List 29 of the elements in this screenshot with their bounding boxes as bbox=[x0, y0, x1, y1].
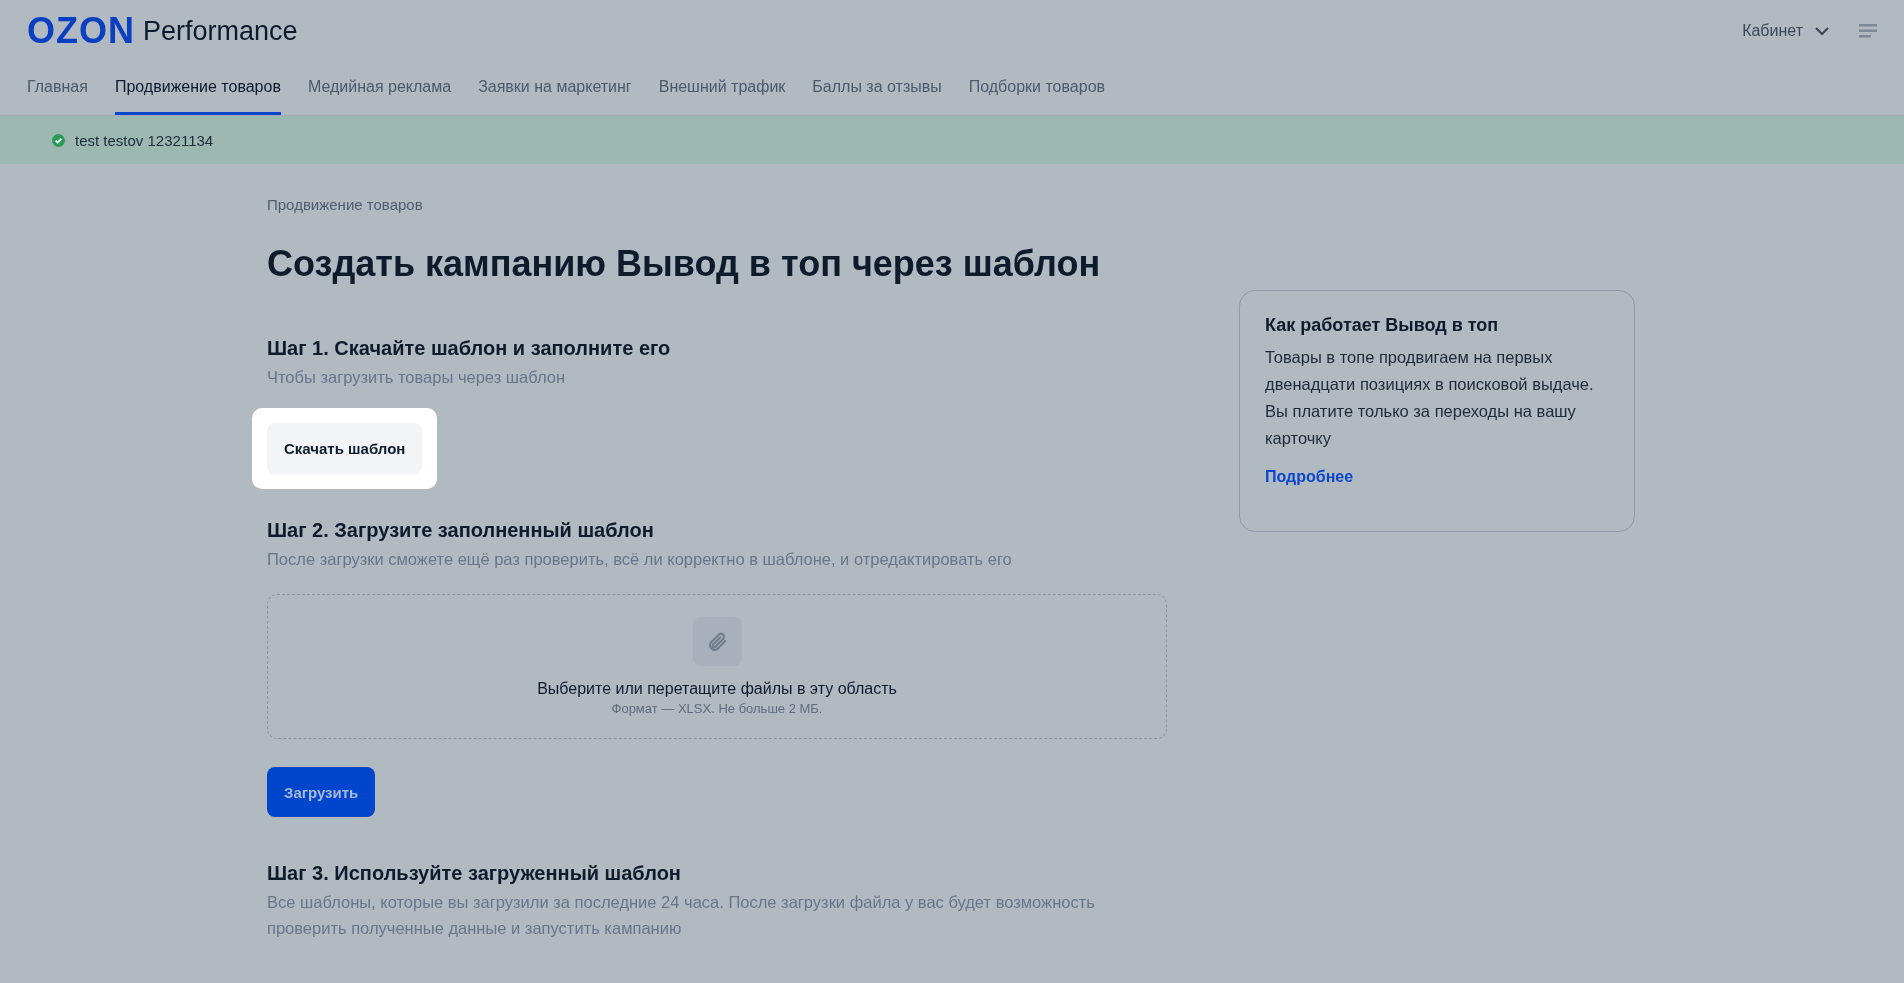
step-description: Чтобы загрузить товары через шаблон bbox=[267, 367, 566, 388]
logo[interactable]: OZON bbox=[27, 10, 135, 52]
step-title: Шаг 1. Скачайте шаблон и заполните его bbox=[267, 337, 671, 360]
nav-tab[interactable]: Заявки на маркетинг bbox=[478, 62, 632, 115]
product-name: Performance bbox=[143, 15, 298, 47]
breadcrumb[interactable]: Продвижение товаров bbox=[267, 196, 1167, 213]
step-description: Все шаблоны, которые вы загрузили за последние 24 часа. После загрузки файла у вас будет возможность проверить полученные данные и запустить кампанию bbox=[267, 892, 1096, 939]
check-circle-icon bbox=[52, 133, 65, 147]
nav-tab[interactable]: Подборки товаров bbox=[968, 62, 1106, 115]
nav-tab[interactable]: Главная bbox=[27, 62, 88, 115]
download-template-button[interactable]: Скачать шаблон bbox=[267, 423, 423, 474]
account-name: test testov 12321134 bbox=[75, 131, 214, 149]
nav-tab[interactable]: Медийная реклама bbox=[307, 62, 452, 115]
paperclip-icon bbox=[692, 617, 742, 666]
file-dropzone[interactable]: Выберите или перетащите файлы в эту область Формат — XLSX. Не больше 2 МБ. bbox=[267, 594, 1167, 739]
dropzone-text: Выберите или перетащите файлы в эту область bbox=[537, 680, 897, 698]
step-title: Шаг 3. Используйте загруженный шаблон bbox=[267, 862, 681, 885]
step-title: Шаг 2. Загрузите заполненный шаблон bbox=[267, 519, 654, 542]
card-text: Товары в топе продвигаем на первых двенадцати позициях в поисковой выдаче. Вы платите только за переходы на вашу карточку bbox=[1265, 347, 1595, 449]
nav-tab[interactable]: Внешний трафик bbox=[658, 62, 786, 115]
nav-tab[interactable]: Баллы за отзывы bbox=[812, 62, 942, 115]
step-description: После загрузки сможете ещё раз проверить, всё ли корректно в шаблоне, и отредактировать его bbox=[267, 549, 1012, 570]
chevron-down-icon[interactable] bbox=[1815, 26, 1829, 36]
dropzone-hint: Формат — XLSX. Не больше 2 МБ. bbox=[611, 701, 823, 716]
upload-button[interactable]: Загрузить bbox=[267, 767, 376, 817]
card-title: Как работает Вывод в топ bbox=[1265, 315, 1499, 336]
page-title: Создать кампанию Вывод в топ через шаблон bbox=[267, 243, 1102, 285]
account-menu[interactable]: Кабинет bbox=[1742, 22, 1803, 40]
more-link[interactable]: Подробнее bbox=[1265, 468, 1354, 486]
